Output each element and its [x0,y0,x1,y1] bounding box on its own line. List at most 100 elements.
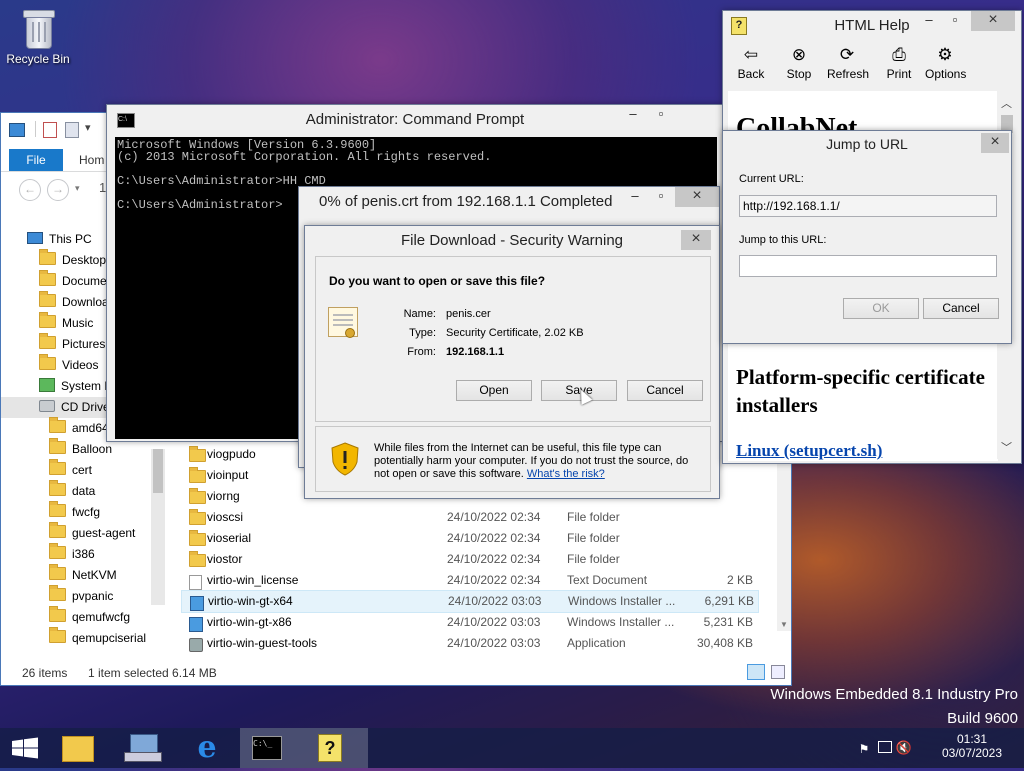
help-options-button[interactable]: ⚙ Options [925,45,966,81]
taskbar-file-explorer[interactable] [50,728,114,768]
security-titlebar[interactable]: File Download - Security Warning × [305,226,719,256]
large-icons-view-icon[interactable] [771,665,785,679]
tree-scrollbar[interactable] [151,449,165,605]
file-row[interactable]: virtio-win-guest-tools 24/10/2022 03:03 Ap… [181,633,757,654]
download-titlebar[interactable]: 0% of penis.crt from 192.168.1.1 Complet… [299,187,719,217]
tree-item[interactable]: guest-agent [1,522,151,544]
jump-cancel-button[interactable]: Cancel [923,298,999,319]
status-selection: 1 item selected 6.14 MB [88,666,217,680]
tree-item-label: NetKVM [72,568,117,582]
jump-url-field[interactable] [739,255,997,277]
cmd-maximize-button[interactable]: ▫ [649,105,673,125]
cmd-app-icon: C:\ [117,113,135,128]
network-icon[interactable] [878,741,892,753]
file-list-scrollbar[interactable]: ▼ [777,461,791,631]
tree-scrollbar-thumb[interactable] [153,449,163,493]
help-tool-label: Back [737,67,765,81]
help-minimize-button[interactable]: – [919,11,939,31]
ok-button[interactable]: OK [843,298,919,319]
name-label: Name: [403,308,436,320]
internet-explorer-icon: e [197,730,217,765]
recycle-bin-shortcut[interactable]: Recycle Bin [2,4,74,66]
new-folder-icon[interactable] [65,122,79,138]
explorer-app-icon [9,123,25,137]
help-maximize-button[interactable]: ▫ [945,11,965,31]
folder-icon [49,543,66,559]
file-name: viogpudo [207,447,256,461]
tree-item[interactable]: cert [1,459,151,481]
taskbar-server-manager[interactable] [114,728,178,768]
system-drive-icon [39,378,55,392]
risk-link[interactable]: What's the risk? [527,468,605,480]
jump-close-button[interactable]: × [981,133,1009,153]
cancel-button[interactable]: Cancel [627,380,703,401]
help-link-linux[interactable]: Linux (setupcert.sh) [736,441,882,461]
folder-icon [39,270,56,286]
back-button[interactable]: ← [19,179,41,201]
file-row[interactable]: virtio-win-gt-x64 24/10/2022 03:03 Windows… [181,590,759,613]
taskbar-internet-explorer[interactable]: e [176,728,240,768]
tree-item[interactable]: qemufwcfg [1,606,151,628]
tree-item-label: Downloa [62,295,109,309]
jump-titlebar[interactable]: Jump to URL × [723,131,1011,157]
customize-dropdown-icon[interactable]: ▾ [85,121,91,134]
clock-time: 01:31 [956,732,988,746]
scroll-down-icon[interactable]: ﹀ [1001,439,1012,455]
help-back-button[interactable]: ⇦ Back [731,45,771,81]
warning-panel: While files from the Internet can be use… [315,426,711,492]
tree-item[interactable]: Balloon [1,438,151,460]
status-bar: 26 items 1 item selected 6.14 MB [1,661,791,685]
file-row[interactable]: vioscsi 24/10/2022 02:34 File folder [181,507,757,528]
file-name: virtio-win-gt-x64 [208,594,293,608]
taskbar-html-help[interactable]: ? [304,728,368,768]
help-close-button[interactable]: × [971,11,1015,31]
tree-item-label: i386 [72,547,95,561]
file-row[interactable]: viostor 24/10/2022 02:34 File folder [181,549,757,570]
volume-muted-icon[interactable]: 🔇 [896,740,912,756]
start-button[interactable] [0,728,50,768]
download-maximize-button[interactable]: ▫ [651,187,671,207]
scroll-down-icon[interactable]: ▼ [780,620,788,629]
recycle-bin-icon [21,8,55,50]
current-url-field[interactable]: http://192.168.1.1/ [739,195,997,217]
options-icon: ⚙ [937,45,953,64]
taskbar-command-prompt[interactable]: C:\_ [240,728,304,768]
help-refresh-button[interactable]: ⟳ Refresh [827,45,869,81]
file-row[interactable]: virtio-win_license 24/10/2022 02:34 Text D… [181,570,757,591]
tab-file[interactable]: File [9,149,63,171]
help-title: HTML Help [834,17,910,34]
tree-item[interactable]: i386 [1,543,151,565]
type-value: Security Certificate, 2.02 KB [446,327,584,339]
security-close-button[interactable]: × [681,230,711,250]
recent-locations-icon[interactable]: ▾ [75,183,80,194]
tree-item[interactable]: qemupciserial [1,627,151,649]
forward-button[interactable]: → [47,179,69,201]
file-row[interactable]: vioserial 24/10/2022 02:34 File folder [181,528,757,549]
file-date: 24/10/2022 03:03 [448,594,542,608]
download-minimize-button[interactable]: – [625,187,645,207]
folder-icon [49,627,66,643]
tree-item[interactable]: NetKVM [1,564,151,586]
properties-icon[interactable] [43,122,57,138]
tree-item[interactable]: data [1,480,151,502]
file-row[interactable]: virtio-win-gt-x86 24/10/2022 03:03 Windows… [181,612,757,633]
tab-home[interactable]: Hom [79,149,104,171]
open-button[interactable]: Open [456,380,532,401]
folder-icon [49,585,66,601]
tree-item[interactable]: fwcfg [1,501,151,523]
details-view-icon[interactable] [747,664,765,680]
help-print-button[interactable]: ⎙ Print [879,45,919,81]
help-titlebar[interactable]: ? HTML Help – ▫ × [723,11,1021,41]
scroll-up-icon[interactable]: ︿ [1001,95,1012,111]
console-line: (c) 2013 Microsoft Corporation. All righ… [117,150,492,164]
help-stop-button[interactable]: ⊗ Stop [779,45,819,81]
tree-item-label: CD Drive [61,400,110,414]
cmd-minimize-button[interactable]: – [621,105,645,125]
file-info-panel: Do you want to open or save this file? N… [315,256,711,422]
file-date: 24/10/2022 02:34 [447,531,541,545]
clock[interactable]: 01:31 03/07/2023 [932,732,1012,760]
flag-icon[interactable]: ⚑ [858,742,870,756]
download-close-button[interactable]: × [675,187,719,207]
tree-item[interactable]: pvpanic [1,585,151,607]
cmd-titlebar[interactable]: C:\ Administrator: Command Prompt – ▫ [107,105,723,135]
